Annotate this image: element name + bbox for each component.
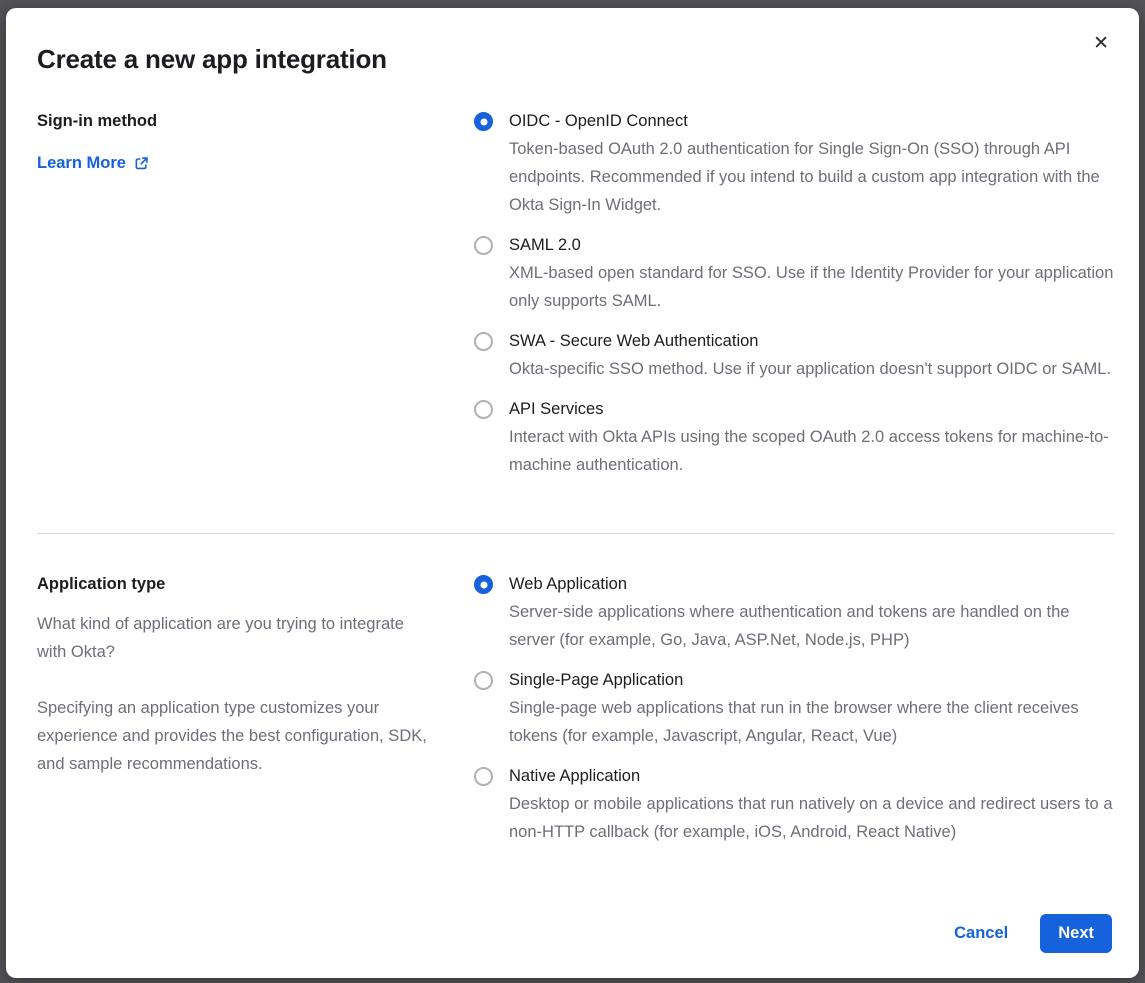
application-type-description-1: What kind of application are you trying …	[37, 610, 434, 666]
page-title: Create a new app integration	[37, 44, 1114, 75]
radio-option-api-services[interactable]: API Services Interact with Okta APIs usi…	[474, 395, 1114, 479]
signin-method-section: Sign-in method Learn More OIDC - OpenID …	[37, 107, 1114, 491]
learn-more-link[interactable]: Learn More	[37, 149, 149, 177]
radio-option-native-application[interactable]: Native Application Desktop or mobile app…	[474, 762, 1114, 846]
application-type-options: Web Application Server-side applications…	[474, 570, 1114, 858]
radio-option-description: Server-side applications where authentic…	[509, 598, 1114, 654]
application-type-section: Application type What kind of applicatio…	[37, 570, 1114, 858]
radio-option-oidc[interactable]: OIDC - OpenID Connect Token-based OAuth …	[474, 107, 1114, 219]
radio-option-single-page-application[interactable]: Single-Page Application Single-page web …	[474, 666, 1114, 750]
radio-icon[interactable]	[474, 332, 493, 351]
radio-option-description: Interact with Okta APIs using the scoped…	[509, 423, 1114, 479]
radio-option-label: API Services	[509, 395, 1114, 423]
radio-icon[interactable]	[474, 236, 493, 255]
application-type-left-column: Application type What kind of applicatio…	[37, 570, 474, 858]
signin-method-options: OIDC - OpenID Connect Token-based OAuth …	[474, 107, 1114, 491]
radio-option-web-application[interactable]: Web Application Server-side applications…	[474, 570, 1114, 654]
section-divider	[37, 533, 1114, 534]
radio-option-description: Desktop or mobile applications that run …	[509, 790, 1114, 846]
radio-option-label: Single-Page Application	[509, 666, 1114, 694]
learn-more-label: Learn More	[37, 149, 126, 177]
radio-icon[interactable]	[474, 575, 493, 594]
radio-option-description: Token-based OAuth 2.0 authentication for…	[509, 135, 1114, 219]
radio-icon[interactable]	[474, 671, 493, 690]
external-link-icon	[134, 156, 149, 171]
radio-option-saml[interactable]: SAML 2.0 XML-based open standard for SSO…	[474, 231, 1114, 315]
close-icon[interactable]: ✕	[1093, 34, 1109, 53]
radio-option-description: Okta-specific SSO method. Use if your ap…	[509, 355, 1111, 383]
radio-option-label: Web Application	[509, 570, 1114, 598]
application-type-heading: Application type	[37, 570, 434, 598]
signin-method-heading: Sign-in method	[37, 107, 434, 135]
signin-method-left-column: Sign-in method Learn More	[37, 107, 474, 491]
radio-option-description: Single-page web applications that run in…	[509, 694, 1114, 750]
radio-icon[interactable]	[474, 112, 493, 131]
next-button[interactable]: Next	[1040, 914, 1112, 953]
radio-option-label: Native Application	[509, 762, 1114, 790]
modal-footer: Cancel Next	[31, 914, 1114, 953]
radio-option-swa[interactable]: SWA - Secure Web Authentication Okta-spe…	[474, 327, 1114, 383]
create-app-integration-modal: ✕ Create a new app integration Sign-in m…	[6, 8, 1139, 978]
radio-icon[interactable]	[474, 767, 493, 786]
radio-icon[interactable]	[474, 400, 493, 419]
radio-option-label: OIDC - OpenID Connect	[509, 107, 1114, 135]
radio-option-label: SWA - Secure Web Authentication	[509, 327, 1111, 355]
cancel-button[interactable]: Cancel	[954, 924, 1008, 943]
application-type-description-2: Specifying an application type customize…	[37, 694, 434, 778]
radio-option-description: XML-based open standard for SSO. Use if …	[509, 259, 1114, 315]
radio-option-label: SAML 2.0	[509, 231, 1114, 259]
